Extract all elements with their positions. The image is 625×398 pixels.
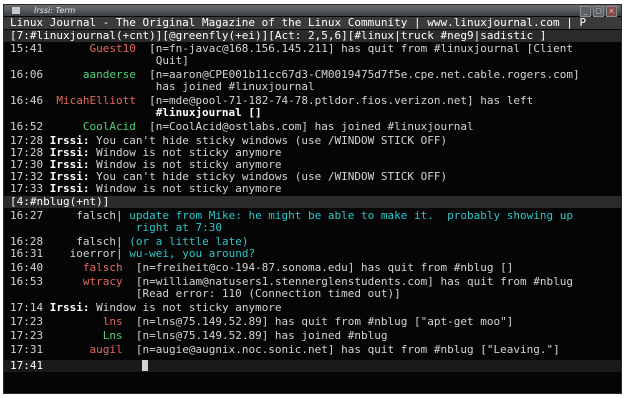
list-item: 17:31 augil [n=augie@augnix.noc.sonic.ne… [10, 343, 560, 356]
window-title: Irssi: Term [34, 6, 76, 15]
list-item: 17:23 Lns [n=lns@75.149.52.89] has joine… [10, 329, 388, 342]
command-input[interactable]: 17:41 [4, 360, 621, 372]
list-item: 17:14 Irssi: Window is not sticky anymor… [10, 301, 282, 314]
list-item: 16:52 CoolAcid [n=CoolAcid@ostlabs.com] … [10, 120, 474, 133]
list-item: 16:40 falsch [n=freiheit@co-194-87.sonom… [10, 261, 514, 274]
list-item: 17:33 Irssi: Window is not sticky anymor… [10, 182, 282, 195]
topic-bar: Linux Journal - The Original Magazine of… [4, 17, 621, 29]
list-item: 17:23 lns [n=lns@75.149.52.89] has quit … [10, 315, 514, 328]
terminal-icon [12, 7, 20, 14]
list-item: [Read error: 110 (Connection timed out)] [135, 287, 401, 300]
list-item: has joined #linuxjournal [155, 80, 315, 93]
close-button[interactable]: × [606, 6, 617, 17]
channel-bar: [4:#nblug(+nt)] [4, 196, 621, 208]
terminal-body[interactable]: Linux Journal - The Original Magazine of… [4, 17, 621, 393]
list-item: right at 7:30 [135, 221, 222, 234]
title-bar[interactable]: Irssi: Term _ ▢ × [4, 5, 621, 17]
list-item: Quit] [155, 54, 189, 67]
list-item: #linuxjournal [] [155, 106, 262, 119]
text-cursor [142, 360, 149, 371]
maximize-button[interactable]: ▢ [593, 6, 604, 17]
terminal-window: Irssi: Term _ ▢ × Linux Journal - The Or… [3, 4, 622, 394]
input-prompt: 17:41 [10, 359, 44, 372]
list-item: 16:31 ioerror| wu-wei, you around? [10, 247, 256, 260]
status-bar: [7:#linuxjournal(+cnt)][@greenfly(+ei)][… [4, 30, 621, 42]
